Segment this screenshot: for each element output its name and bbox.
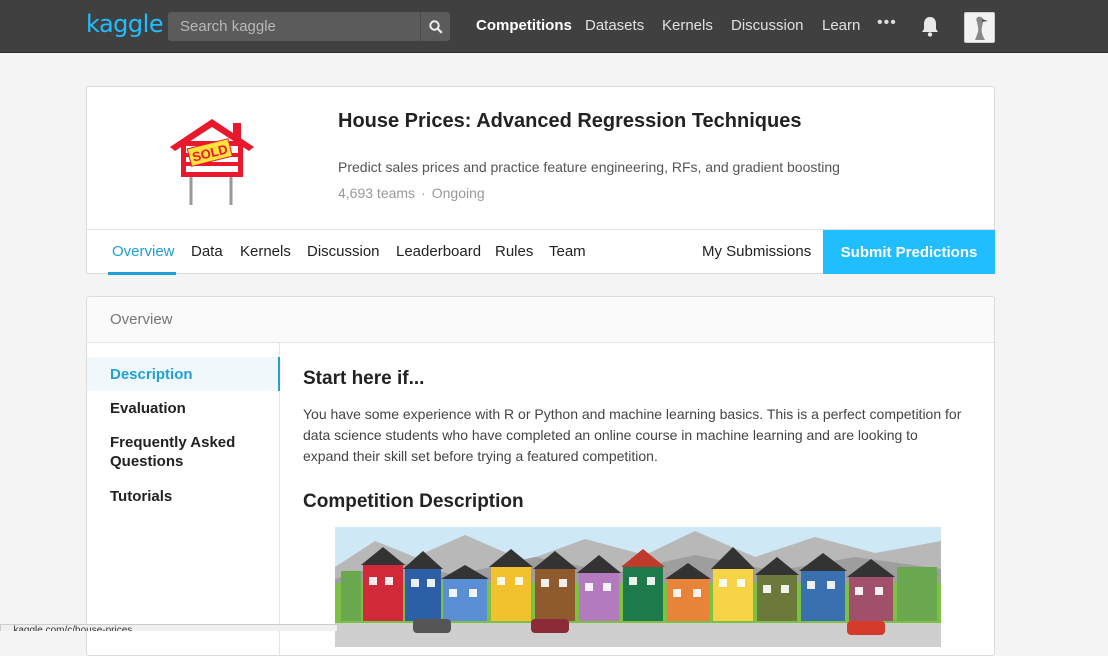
sidebar-item-evaluation[interactable]: Evaluation	[110, 399, 260, 418]
search-input[interactable]	[168, 12, 418, 41]
notification-bell-icon[interactable]	[920, 15, 940, 37]
search-button[interactable]	[420, 12, 450, 41]
competition-description-heading: Competition Description	[303, 491, 524, 512]
nav-discussion[interactable]: Discussion	[731, 17, 804, 34]
houses-banner-image	[335, 527, 941, 647]
search-box	[168, 12, 450, 41]
overview-sidebar: Description Evaluation Frequently Asked …	[87, 343, 280, 655]
nav-competitions[interactable]: Competitions	[476, 17, 572, 34]
competition-logo: SOLD	[170, 119, 254, 205]
competition-description: Predict sales prices and practice featur…	[338, 159, 840, 175]
top-navbar: kaggle Competitions Datasets Kernels Dis…	[0, 0, 1108, 53]
overview-section: Overview Description Evaluation Frequent…	[86, 296, 995, 656]
user-avatar[interactable]	[964, 12, 995, 43]
browser-status-bar: ...kaggle.com/c/house-prices...	[0, 624, 338, 631]
avatar-image	[965, 13, 994, 42]
sidebar-item-faq[interactable]: Frequently Asked Questions	[110, 433, 260, 471]
meta-separator: ·	[421, 185, 426, 201]
competition-status: Ongoing	[431, 185, 485, 201]
my-submissions-link[interactable]: My Submissions	[702, 243, 811, 260]
competition-tabs: Overview Data Kernels Discussion Leaderb…	[87, 229, 995, 275]
start-here-heading: Start here if...	[303, 368, 425, 389]
overview-header: Overview	[87, 297, 994, 343]
sidebar-item-description[interactable]: Description	[110, 365, 260, 384]
competition-header: SOLD House Prices: Advanced Regression T…	[86, 86, 995, 275]
tab-kernels[interactable]: Kernels	[240, 243, 291, 260]
overview-heading: Overview	[110, 311, 173, 328]
tab-rules[interactable]: Rules	[495, 243, 533, 260]
kaggle-logo[interactable]: kaggle	[86, 10, 164, 38]
nav-datasets[interactable]: Datasets	[585, 17, 644, 34]
active-tab-indicator	[108, 272, 176, 275]
tab-leaderboard[interactable]: Leaderboard	[396, 243, 481, 260]
nav-learn[interactable]: Learn	[822, 17, 860, 34]
start-here-text: You have some experience with R or Pytho…	[303, 406, 962, 464]
competition-title: House Prices: Advanced Regression Techni…	[338, 110, 802, 132]
competition-meta: 4,693 teams · Ongoing	[338, 185, 485, 201]
more-menu-icon[interactable]: •••	[877, 14, 897, 32]
tab-discussion[interactable]: Discussion	[307, 243, 380, 260]
tab-data[interactable]: Data	[191, 243, 223, 260]
search-icon	[428, 19, 443, 34]
tab-team[interactable]: Team	[549, 243, 586, 260]
nav-kernels[interactable]: Kernels	[662, 17, 713, 34]
team-count[interactable]: 4,693 teams	[338, 185, 415, 201]
tab-overview[interactable]: Overview	[112, 243, 175, 260]
sidebar-item-tutorials[interactable]: Tutorials	[110, 487, 260, 506]
submit-predictions-button[interactable]: Submit Predictions	[823, 230, 995, 274]
